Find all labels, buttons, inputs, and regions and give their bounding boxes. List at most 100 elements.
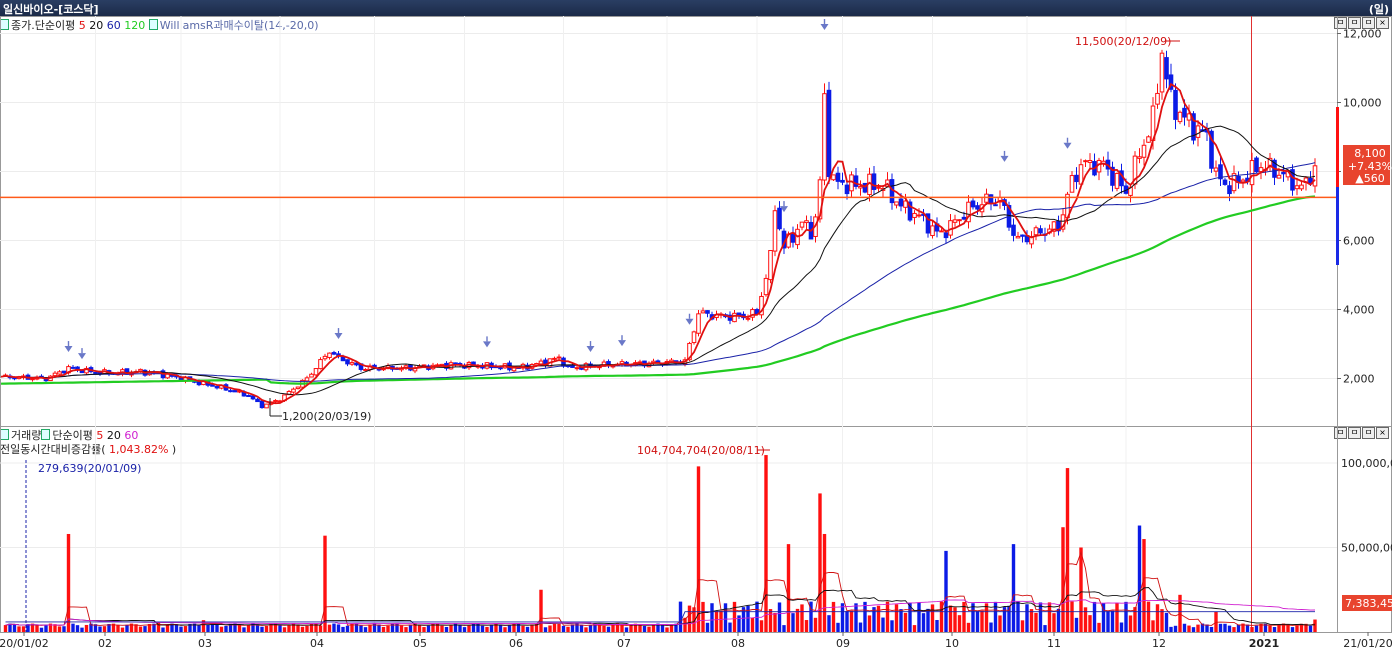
candle-body bbox=[1042, 233, 1048, 236]
legend-box-icon[interactable] bbox=[0, 429, 9, 440]
candle-body bbox=[367, 365, 373, 370]
legend-box-icon[interactable] bbox=[148, 19, 158, 30]
candle-body bbox=[934, 223, 940, 232]
volume-bar bbox=[1286, 624, 1290, 632]
candle-body bbox=[1119, 170, 1124, 187]
last-volume-box bbox=[1342, 595, 1392, 611]
close-button[interactable]: × bbox=[1376, 427, 1389, 439]
volume-bar bbox=[660, 624, 665, 632]
candle-body bbox=[291, 388, 296, 393]
candle-body bbox=[777, 207, 782, 230]
x-tick-label: 11 bbox=[1047, 637, 1061, 650]
volume-bar bbox=[318, 625, 323, 632]
close-button[interactable]: × bbox=[1376, 17, 1389, 29]
candle-body bbox=[201, 380, 206, 386]
volume-bar bbox=[548, 625, 552, 632]
candle-body bbox=[979, 204, 985, 213]
candle-body bbox=[219, 384, 224, 389]
volume-bar bbox=[656, 623, 660, 632]
volume-bar bbox=[1106, 611, 1110, 632]
maximize-button[interactable]: ㅁ bbox=[1362, 17, 1375, 29]
candle-body bbox=[768, 250, 773, 281]
restore-button[interactable]: ㅁ bbox=[1348, 17, 1361, 29]
volume-bar bbox=[125, 624, 129, 632]
volume-bar bbox=[116, 625, 120, 632]
volume-bar bbox=[323, 535, 327, 632]
volume-bar bbox=[224, 625, 228, 632]
volume-bar bbox=[1236, 624, 1241, 632]
volume-bar bbox=[714, 611, 719, 632]
ma120-label: 120 bbox=[124, 19, 146, 32]
minimize-button[interactable]: ㅁ bbox=[1334, 17, 1347, 29]
volume-bar bbox=[503, 627, 507, 632]
volume-bar bbox=[192, 623, 197, 632]
volume-bar bbox=[1187, 625, 1191, 632]
candle-body bbox=[1299, 184, 1304, 190]
chart-canvas: 12,000 10,000 8,000 6,000 4,000 2,000 100,000,… bbox=[0, 16, 1392, 650]
signal-marker-icon bbox=[1000, 155, 1009, 162]
volume-bar bbox=[93, 624, 98, 632]
candle-body bbox=[448, 362, 454, 370]
candle-body bbox=[88, 367, 94, 373]
candle-body bbox=[876, 186, 881, 189]
candle-body bbox=[754, 309, 760, 315]
ratio-legend: 전일동시간대비증감률( 1,043.82% ) bbox=[0, 443, 177, 456]
volume-bar bbox=[966, 622, 971, 632]
candle-body bbox=[79, 369, 85, 374]
volume-bar bbox=[426, 625, 431, 632]
candle-body bbox=[345, 359, 350, 365]
volume-bar bbox=[543, 627, 548, 632]
signal-marker-icon bbox=[1063, 142, 1072, 149]
volume-bar bbox=[156, 621, 161, 632]
restore-button[interactable]: ㅁ bbox=[1348, 427, 1361, 439]
candle-body bbox=[246, 395, 251, 398]
volume-bar bbox=[1128, 615, 1133, 632]
last-price-box bbox=[1343, 145, 1390, 185]
candle-body bbox=[21, 375, 26, 379]
volume-bar bbox=[255, 624, 260, 632]
candle-body bbox=[759, 295, 764, 316]
candle-body bbox=[16, 376, 22, 380]
candle-body bbox=[597, 366, 602, 369]
legend-box-icon[interactable] bbox=[0, 19, 9, 30]
candle-body bbox=[439, 363, 445, 367]
legend-box-icon[interactable] bbox=[41, 429, 51, 440]
volume-bar bbox=[228, 623, 233, 632]
minimize-button[interactable]: ㅁ bbox=[1334, 427, 1347, 439]
volume-bar bbox=[755, 601, 759, 632]
candle-body bbox=[772, 210, 778, 252]
maximize-button[interactable]: ㅁ bbox=[1362, 427, 1375, 439]
x-tick-label: 07 bbox=[617, 637, 631, 650]
candle-body bbox=[538, 360, 544, 365]
volume-bar bbox=[21, 626, 26, 632]
candle-body bbox=[336, 353, 341, 357]
volume-bar bbox=[687, 605, 692, 632]
volume-bar bbox=[1173, 625, 1178, 632]
volume-bar bbox=[147, 623, 152, 632]
candle-body bbox=[844, 184, 850, 195]
candle-body bbox=[142, 369, 148, 376]
volume-bar bbox=[66, 533, 71, 632]
volume-bar bbox=[480, 625, 485, 632]
volume-bar bbox=[516, 623, 521, 632]
volume-bar bbox=[534, 623, 539, 632]
volume-bar bbox=[458, 624, 462, 632]
chart-window: 일신바이오-[코스닥] (일) 종가.단순이평 5 20 60 120 Will… bbox=[0, 0, 1392, 650]
candle-body bbox=[160, 370, 166, 379]
candle-body bbox=[241, 391, 247, 397]
ratio-value: 1,043.82% bbox=[109, 443, 169, 456]
volume-bar bbox=[111, 623, 116, 632]
candle-body bbox=[732, 312, 737, 323]
volume-bar bbox=[17, 626, 21, 632]
volume-bar bbox=[143, 626, 147, 632]
candle-body bbox=[750, 309, 755, 318]
volume-bar bbox=[260, 626, 264, 632]
candle-body bbox=[1290, 169, 1295, 191]
volume-bar bbox=[557, 623, 561, 632]
x-tick-label: 2021 bbox=[1249, 637, 1280, 650]
volume-bar bbox=[395, 623, 399, 632]
volume-ma20-line bbox=[5, 587, 1316, 626]
volume-bar bbox=[1218, 623, 1223, 632]
volume-bar bbox=[732, 601, 737, 632]
candle-body bbox=[354, 362, 359, 366]
